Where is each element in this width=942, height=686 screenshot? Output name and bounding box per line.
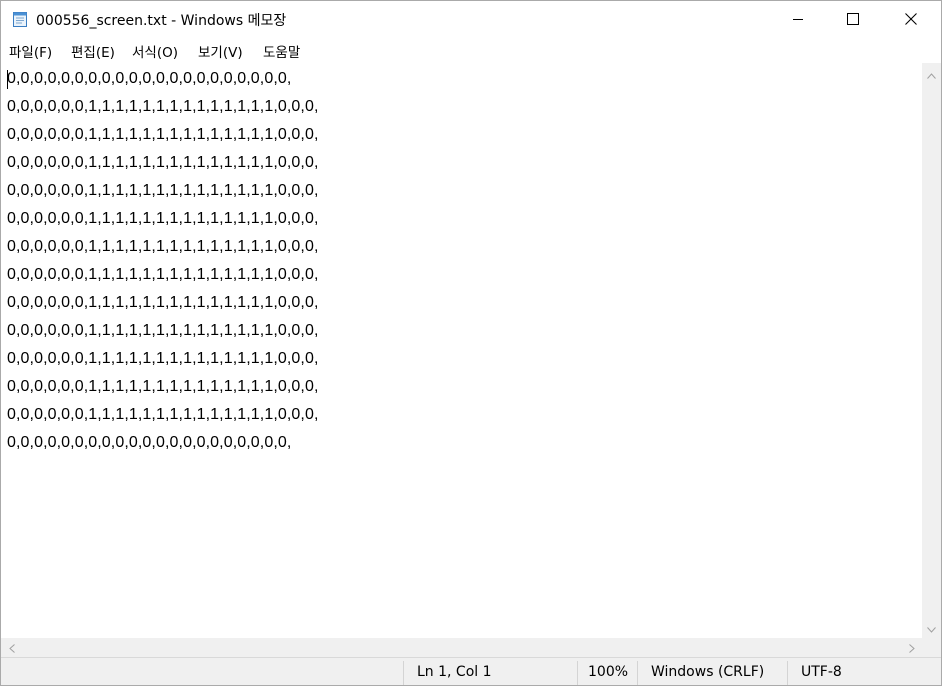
status-bar: Ln 1, Col 1 100% Windows (CRLF) UTF-8 <box>1 657 941 685</box>
menu-bar: 파일(F) 편집(E) 서식(O) 보기(V) 도움말 <box>1 38 941 63</box>
vertical-scrollbar[interactable] <box>922 63 941 638</box>
editor-line: 0,0,0,0,0,0,1,1,1,1,1,1,1,1,1,1,1,1,1,1,… <box>7 126 319 143</box>
encoding: UTF-8 <box>801 664 842 680</box>
editor-line: 0,0,0,0,0,0,1,1,1,1,1,1,1,1,1,1,1,1,1,1,… <box>7 210 319 227</box>
text-editor[interactable]: 0,0,0,0,0,0,0,0,0,0,0,0,0,0,0,0,0,0,0,0,… <box>1 63 922 638</box>
horizontal-scrollbar[interactable] <box>1 638 922 657</box>
scroll-down-arrow-icon <box>927 618 936 637</box>
scroll-left-arrow-icon <box>8 638 15 657</box>
editor-line: 0,0,0,0,0,0,0,0,0,0,0,0,0,0,0,0,0,0,0,0,… <box>7 70 292 87</box>
window-title: 000556_screen.txt - Windows 메모장 <box>36 13 287 29</box>
menu-format[interactable]: 서식(O) <box>132 41 178 61</box>
scroll-right-button[interactable] <box>903 638 920 657</box>
menu-file[interactable]: 파일(F) <box>9 41 52 61</box>
status-divider <box>637 661 638 685</box>
editor-line: 0,0,0,0,0,0,1,1,1,1,1,1,1,1,1,1,1,1,1,1,… <box>7 182 319 199</box>
editor-line: 0,0,0,0,0,0,1,1,1,1,1,1,1,1,1,1,1,1,1,1,… <box>7 378 319 395</box>
title-bar[interactable]: 000556_screen.txt - Windows 메모장 <box>1 1 941 38</box>
maximize-button[interactable] <box>824 1 882 38</box>
line-ending: Windows (CRLF) <box>651 664 765 680</box>
status-divider <box>577 661 578 685</box>
minimize-icon <box>792 10 804 29</box>
editor-line: 0,0,0,0,0,0,1,1,1,1,1,1,1,1,1,1,1,1,1,1,… <box>7 350 319 367</box>
close-icon <box>905 10 917 29</box>
status-divider <box>787 661 788 685</box>
editor-line: 0,0,0,0,0,0,1,1,1,1,1,1,1,1,1,1,1,1,1,1,… <box>7 322 319 339</box>
notepad-icon <box>11 10 29 28</box>
menu-edit[interactable]: 편집(E) <box>71 41 115 61</box>
scrollbar-corner <box>922 638 941 657</box>
close-button[interactable] <box>882 1 940 38</box>
editor-line: 0,0,0,0,0,0,1,1,1,1,1,1,1,1,1,1,1,1,1,1,… <box>7 238 319 255</box>
menu-help[interactable]: 도움말 <box>263 41 300 61</box>
editor-line: 0,0,0,0,0,0,1,1,1,1,1,1,1,1,1,1,1,1,1,1,… <box>7 154 319 171</box>
editor-line: 0,0,0,0,0,0,1,1,1,1,1,1,1,1,1,1,1,1,1,1,… <box>7 406 319 423</box>
notepad-window: 000556_screen.txt - Windows 메모장 파일(F) 편집… <box>0 0 942 686</box>
cursor-position: Ln 1, Col 1 <box>417 664 492 680</box>
editor-line: 0,0,0,0,0,0,1,1,1,1,1,1,1,1,1,1,1,1,1,1,… <box>7 294 319 311</box>
editor-line: 0,0,0,0,0,0,1,1,1,1,1,1,1,1,1,1,1,1,1,1,… <box>7 266 319 283</box>
scroll-left-button[interactable] <box>3 638 20 657</box>
zoom-level: 100% <box>588 664 629 680</box>
scroll-up-arrow-icon <box>927 64 936 83</box>
scroll-right-arrow-icon <box>908 638 915 657</box>
editor-line: 0,0,0,0,0,0,0,0,0,0,0,0,0,0,0,0,0,0,0,0,… <box>7 434 292 451</box>
menu-view[interactable]: 보기(V) <box>198 41 243 61</box>
status-divider <box>403 661 404 685</box>
scroll-down-button[interactable] <box>922 619 941 636</box>
scroll-up-button[interactable] <box>922 65 941 82</box>
minimize-button[interactable] <box>769 1 827 38</box>
editor-line: 0,0,0,0,0,0,1,1,1,1,1,1,1,1,1,1,1,1,1,1,… <box>7 98 319 115</box>
maximize-icon <box>847 10 859 29</box>
